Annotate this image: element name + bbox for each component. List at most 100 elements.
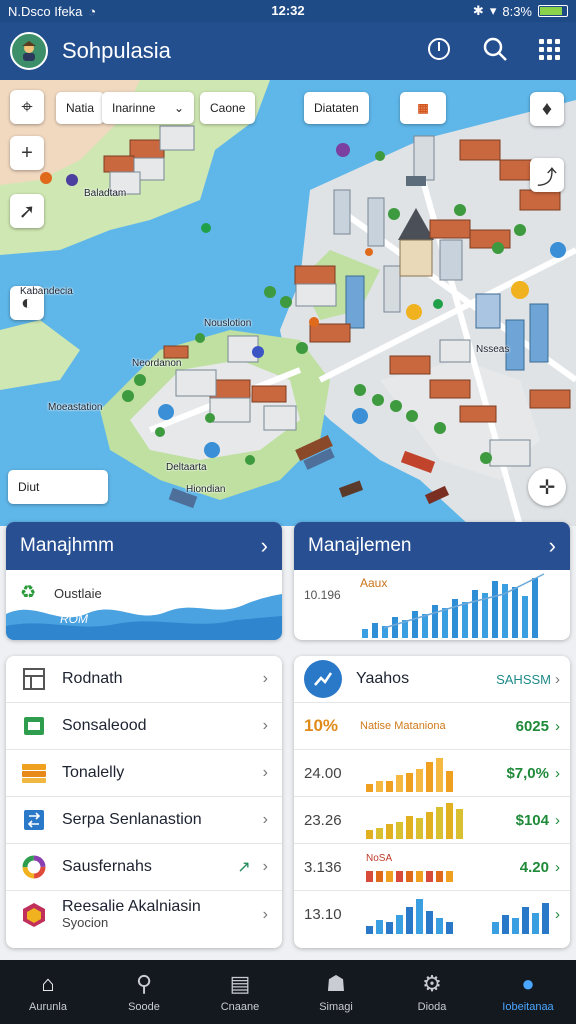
sparkline-bar	[432, 605, 438, 638]
stats-row[interactable]: 3.136 NoSA 4.20 ›	[294, 844, 570, 891]
sparkline-bar	[366, 784, 373, 792]
list-item-rodnath[interactable]: Rodnath ›	[6, 656, 282, 703]
nav-settings[interactable]: ⚙ Dioda	[384, 960, 480, 1024]
list-item-sonsaleood[interactable]: Sonsaleood ›	[6, 703, 282, 750]
clock: 12:32	[271, 3, 305, 18]
sparkline-bar	[426, 910, 433, 934]
list-item-tonalelly[interactable]: Tonalelly ›	[6, 750, 282, 797]
grid-menu-icon[interactable]	[538, 38, 560, 65]
sparkline-bar	[426, 870, 433, 882]
card1-title: Manajhmm	[20, 535, 114, 556]
summary-card-1[interactable]: Manajhmm › ♻ Oustlaie ROM	[6, 522, 282, 640]
map-bottom-chip[interactable]: Diut	[8, 470, 108, 504]
map-label-2: Nouslotion	[204, 318, 252, 329]
nav-home[interactable]: ⌂ Aurunla	[0, 960, 96, 1024]
summary-card-2[interactable]: Manajlemen › Aaux 10.196	[294, 522, 570, 640]
sparkline-bar	[386, 870, 393, 882]
map-label-1: Kabandecia	[20, 286, 73, 297]
nav-label: Cnaane	[220, 1001, 260, 1013]
card1-header[interactable]: Manajhmm ›	[6, 522, 282, 570]
list-item-label: Reesalie Akalniasin	[62, 897, 201, 915]
list-item-label: Sonsaleood	[62, 717, 147, 734]
card1-sublabel: ROM	[60, 612, 88, 626]
filter-chip-4[interactable]: Diataten	[304, 92, 369, 124]
nav-account[interactable]: ● Iobeitanaa	[480, 960, 576, 1024]
sparkline-bar	[406, 816, 413, 839]
sparkline-bar	[426, 812, 433, 839]
sparkline-bar	[416, 870, 423, 882]
sparkline-bar	[436, 806, 443, 839]
table-icon	[20, 665, 48, 693]
nav-label: Simagi	[319, 1001, 353, 1013]
nav-search[interactable]: ⚲ Soode	[96, 960, 192, 1024]
map-label-8: Nsseas	[476, 344, 510, 355]
chevron-right-icon: ›	[262, 764, 268, 781]
sparkline-bar	[416, 769, 423, 792]
sparkline-bar	[376, 780, 383, 792]
app-title: Sohpulasia	[62, 38, 171, 63]
compass-icon[interactable]: ✛	[528, 468, 566, 506]
card2-chart: Aaux 10.196	[294, 570, 570, 640]
stats-row[interactable]: 24.00 $7,0% ›	[294, 750, 570, 797]
stats-row-number: 23.26	[304, 811, 342, 829]
alert-icon[interactable]	[426, 36, 452, 67]
search-icon[interactable]	[482, 36, 508, 67]
stats-row-value: $104	[515, 811, 549, 829]
calendar-icon[interactable]: ▦	[400, 92, 446, 124]
app-logo[interactable]	[10, 32, 48, 70]
locate-icon[interactable]: ⌖	[10, 90, 44, 124]
city-map[interactable]: ⌖ + ➚ ◐ ♦ ⤴ ✛ Natia Inarinne ⌄ Caone Dia…	[0, 80, 576, 526]
stats-row-value: 4.20	[519, 858, 549, 876]
sparkline-bar	[462, 602, 468, 638]
sparkline-bar	[416, 818, 423, 839]
chevron-down-icon: ⌄	[173, 101, 184, 115]
user-icon: ☗	[326, 971, 346, 996]
sparkline-bar	[532, 912, 539, 934]
badge-icon	[20, 901, 48, 929]
sparkline-bar	[412, 611, 418, 638]
sparkline-bar	[386, 922, 393, 934]
status-bar: N.Dsco Ifeka ◔ 12:32 ✱ ▾ 8:3%	[0, 0, 576, 22]
stats-row[interactable]: 13.10 ›	[294, 891, 570, 938]
share-icon[interactable]: ⤴	[530, 158, 564, 192]
map-label-4: Moeastation	[48, 402, 103, 413]
nav-profile[interactable]: ☗ Simagi	[288, 960, 384, 1024]
stats-link[interactable]: SAHSSM	[496, 672, 551, 687]
list-item-reesalie[interactable]: Reesalie Akalniasin Syocion ›	[6, 891, 282, 938]
dropdown-chip[interactable]: Inarinne ⌄	[102, 92, 194, 124]
list-item-label: Rodnath	[62, 670, 123, 687]
sparkline-bar	[446, 922, 453, 934]
stats-row-bars-2	[492, 896, 549, 934]
card2-header[interactable]: Manajlemen ›	[294, 522, 570, 570]
pin-button-icon[interactable]: ♦	[530, 92, 564, 126]
sparkline-bar	[436, 870, 443, 882]
sparkline-bar	[482, 593, 488, 638]
filter-chip-3[interactable]: Caone	[200, 92, 256, 124]
sparkline-bar	[452, 599, 458, 638]
stats-row-number: 10%	[304, 716, 339, 735]
chevron-right-icon: ›	[262, 717, 268, 734]
stats-header[interactable]: Yaahos SAHSSM ›	[294, 656, 570, 703]
sparkline-bar	[522, 596, 528, 638]
sparkline-bar	[386, 823, 393, 839]
inbox-icon: ▤	[229, 971, 251, 996]
sparkline-bar	[542, 903, 549, 934]
sparkline-bar	[422, 614, 428, 638]
filter-chip-1[interactable]: Natia	[56, 92, 105, 124]
stats-row[interactable]: 10% Natise Mataniona 6025 ›	[294, 703, 570, 750]
zoom-in-button[interactable]: +	[10, 136, 44, 170]
trend-arrow-icon: ↗	[237, 859, 251, 876]
sparkline-bar	[366, 925, 373, 934]
nav-messages[interactable]: ▤ Cnaane	[192, 960, 288, 1024]
sparkline-bar	[386, 781, 393, 792]
stats-card: Yaahos SAHSSM › 10% Natise Mataniona 602…	[294, 656, 570, 948]
sparkline-bar	[472, 590, 478, 638]
sparkline-bar	[376, 827, 383, 839]
list-item-sublabel: Syocion	[62, 915, 109, 931]
list-item-serpa[interactable]: Serpa Senlanastion ›	[6, 797, 282, 844]
navigate-icon[interactable]: ➚	[10, 194, 44, 228]
stats-row[interactable]: 23.26 $104 ›	[294, 797, 570, 844]
list-item-sausfernahs[interactable]: Sausfernahs ↗ ›	[6, 844, 282, 891]
sparkline-bar	[396, 914, 403, 934]
nav-label: Aurunla	[29, 1001, 67, 1013]
